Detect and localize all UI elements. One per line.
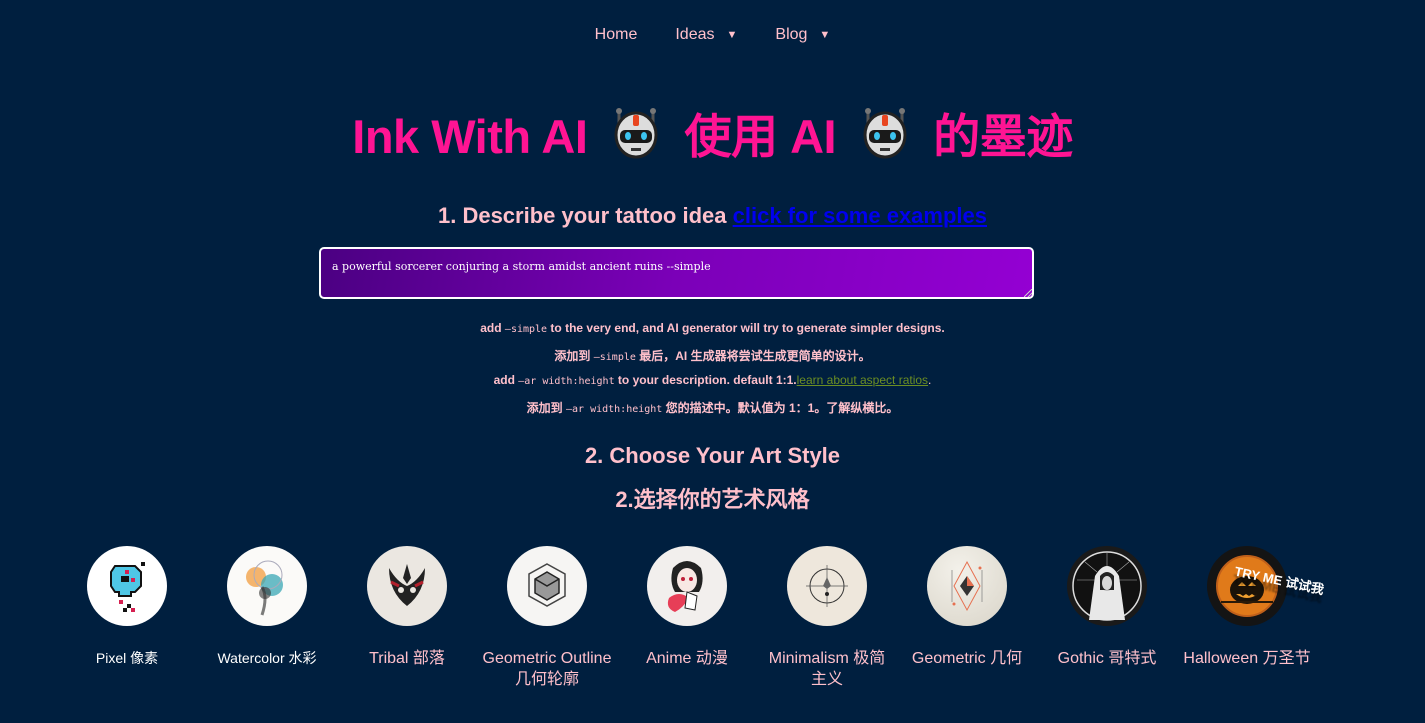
hint-ar-zh: 添加到 —ar width:height 您的描述中。默认值为 1：1。了解纵横… — [0, 399, 1425, 416]
hint-code: —simple — [504, 324, 548, 335]
textarea-resize-handle[interactable] — [1024, 289, 1032, 297]
style-thumbnail — [787, 546, 867, 626]
style-label: Minimalism 极简 主义 — [768, 650, 886, 688]
tribal-mask-icon — [389, 564, 425, 606]
style-label: Geometric 几何 — [911, 650, 1023, 667]
style-thumbnail — [367, 546, 447, 626]
style-label: Pixel 像素 — [95, 650, 159, 666]
hint-text: 添加到 — [554, 349, 594, 363]
caret-down-icon: ▼ — [819, 29, 831, 41]
page-title: Ink With AI 使用 AI 的墨迹 — [0, 98, 1425, 167]
style-thumbnail — [927, 546, 1007, 626]
nav-ideas-label: Ideas — [675, 26, 715, 43]
robot-icon — [863, 108, 907, 159]
style-thumbnail — [1067, 546, 1147, 626]
gothic-figure-icon — [1072, 551, 1142, 621]
minimal-compass-icon — [806, 565, 848, 607]
style-label: Gothic 哥特式 — [1057, 650, 1157, 667]
robot-icon — [614, 108, 658, 159]
title-en: Ink With AI — [352, 110, 588, 163]
nav-ideas[interactable]: Ideas ▼ — [675, 26, 737, 44]
style-thumbnail — [87, 546, 167, 626]
style-thumbnail — [647, 546, 727, 626]
step2-heading-zh: 2.选择你的艺术风格 — [615, 487, 810, 512]
step1-heading: 1. Describe your tattoo idea click for s… — [0, 203, 1425, 229]
style-thumbnail — [227, 546, 307, 626]
style-tribal[interactable]: Tribal 部落 — [337, 546, 477, 690]
style-minimalism[interactable]: Minimalism 极简 主义 — [757, 546, 897, 690]
hint-text: add — [493, 373, 519, 387]
style-gothic[interactable]: Gothic 哥特式 — [1037, 546, 1177, 690]
examples-link[interactable]: click for some examples — [733, 203, 987, 228]
style-label: Halloween 万圣节 — [1183, 650, 1311, 667]
nav-home[interactable]: Home — [595, 26, 638, 44]
nav-blog-label: Blog — [775, 26, 808, 43]
hint-text: 添加到 — [526, 401, 566, 415]
style-watercolor[interactable]: Watercolor 水彩 — [197, 546, 337, 690]
style-thumbnail — [507, 546, 587, 626]
step2-heading-en: 2. Choose Your Art Style — [584, 443, 841, 468]
aspect-ratios-link[interactable]: learn about aspect ratios — [797, 373, 928, 387]
geometric-cube-icon — [528, 563, 566, 607]
nav-blog[interactable]: Blog ▼ — [775, 26, 830, 44]
hint-text: add — [480, 321, 505, 335]
top-nav: Home Ideas ▼ Blog ▼ — [0, 26, 1425, 44]
art-style-list: Pixel 像素 Watercolor 水彩 Tribal 部落 Geometr… — [57, 546, 1317, 690]
anime-girl-icon — [667, 561, 703, 612]
hint-code: —simple — [593, 352, 636, 363]
caret-down-icon: ▼ — [726, 29, 738, 41]
style-geometric-outline[interactable]: Geometric Outline 几何轮廓 — [477, 546, 617, 690]
style-pixel[interactable]: Pixel 像素 — [57, 546, 197, 690]
hint-ar-en: add —ar width:height to your description… — [0, 373, 1425, 387]
style-label: Anime 动漫 — [646, 650, 728, 667]
hint-simple-zh: 添加到 —simple 最后，AI 生成器将尝试生成更简单的设计。 — [0, 347, 1425, 364]
title-zh-end: 的墨迹 — [933, 110, 1073, 163]
geometric-diamond-icon — [951, 560, 983, 612]
hint-text: to your description. default 1:1. — [614, 373, 797, 387]
hint-code: —ar width:height — [565, 404, 663, 415]
style-geometric[interactable]: Geometric 几何 — [897, 546, 1037, 690]
pixel-skull-icon — [110, 562, 145, 612]
tattoo-prompt-input[interactable]: a powerful sorcerer conjuring a storm am… — [319, 247, 1034, 299]
style-label: Watercolor 水彩 — [217, 650, 317, 666]
hint-text: 最后，AI 生成器将尝试生成更简单的设计。 — [635, 349, 871, 363]
style-anime[interactable]: Anime 动漫 — [617, 546, 757, 690]
hint-simple-en: add —simple to the very end, and AI gene… — [0, 321, 1425, 335]
style-label: Tribal 部落 — [369, 650, 445, 667]
style-label: Geometric Outline 几何轮廓 — [482, 650, 612, 688]
hint-text: . — [928, 373, 932, 387]
nav-home-label: Home — [594, 26, 638, 43]
title-zh: 使用 AI — [684, 110, 837, 163]
watercolor-head-icon — [246, 560, 283, 616]
hint-text: 您的描述中。默认值为 1：1。了解纵横比。 — [662, 401, 899, 415]
step1-heading-text: 1. Describe your tattoo idea — [437, 203, 727, 228]
hint-code: —ar width:height — [518, 376, 615, 387]
hint-text: to the very end, and AI generator will t… — [547, 321, 945, 335]
